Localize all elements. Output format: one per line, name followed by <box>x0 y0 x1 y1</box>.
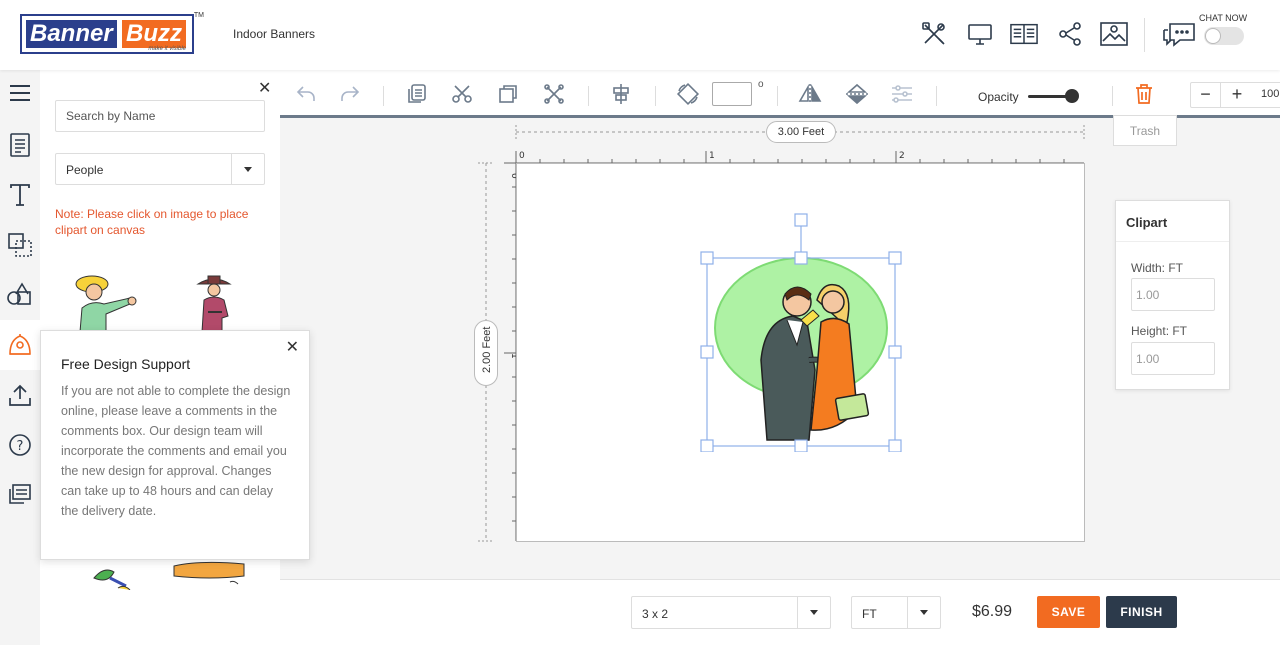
logo-text-banner: Banner <box>26 20 117 48</box>
rotate-icon[interactable] <box>676 82 700 106</box>
toolbar-divider <box>1112 86 1113 106</box>
editor-toolbar: o Opacity − + 100 <box>280 70 1280 118</box>
zoom-out-button[interactable]: − <box>1191 83 1221 107</box>
save-button[interactable]: SAVE <box>1037 596 1100 628</box>
chevron-down-icon[interactable] <box>907 597 940 628</box>
height-input[interactable] <box>1131 342 1215 375</box>
degree-symbol: o <box>758 79 764 90</box>
support-body: If you are not able to complete the desi… <box>61 384 291 518</box>
upload-icon[interactable] <box>6 381 34 409</box>
toolbar-divider <box>777 86 778 106</box>
clipart-couple-selected[interactable] <box>697 210 905 452</box>
chat-icon[interactable] <box>1162 20 1196 48</box>
clipart-properties-panel: Clipart Width: FT Height: FT <box>1115 200 1230 390</box>
height-dimension-text: 2.00 Feet <box>481 326 493 373</box>
design-tools-icon[interactable] <box>920 20 948 48</box>
comments-icon[interactable] <box>6 481 34 509</box>
book-guide-icon[interactable] <box>1010 20 1038 48</box>
zoom-in-button[interactable]: + <box>1222 83 1252 107</box>
properties-title: Clipart <box>1116 201 1229 242</box>
zoom-control: − + 100 <box>1190 82 1280 108</box>
flip-vertical-icon[interactable] <box>845 82 869 106</box>
bannerbuzz-logo[interactable]: Banner Buzz make it visible TM <box>20 12 204 54</box>
clipart-icon[interactable] <box>0 320 40 370</box>
search-input[interactable] <box>55 100 265 132</box>
rotation-angle-input[interactable] <box>712 82 752 106</box>
trash-tooltip: Trash <box>1113 115 1177 146</box>
adjust-sliders-icon[interactable] <box>890 82 914 106</box>
category-select[interactable]: People <box>55 153 265 185</box>
ruler-label-2: 2 <box>899 151 905 161</box>
header-divider <box>1144 18 1145 52</box>
align-center-icon[interactable] <box>609 82 633 106</box>
canvas-height-dimension: 2.00 Feet <box>474 320 498 386</box>
zoom-value: 100 <box>1261 88 1280 100</box>
height-label: Height: FT <box>1131 324 1188 338</box>
clipart-thumb-plant[interactable] <box>90 558 140 590</box>
left-icon-bar: ? <box>0 70 40 645</box>
chevron-down-icon[interactable] <box>231 154 264 184</box>
shapes-icon[interactable] <box>6 281 34 309</box>
opacity-slider-handle[interactable] <box>1065 89 1079 103</box>
canvas-width-dimension: 3.00 Feet <box>766 121 836 143</box>
design-canvas[interactable] <box>516 163 1085 542</box>
size-value: 3 x 2 <box>642 607 669 621</box>
free-design-support-popup: ✕ Free Design Support If you are not abl… <box>40 330 310 560</box>
close-icon[interactable]: ✕ <box>258 78 271 98</box>
share-icon[interactable] <box>1056 20 1084 48</box>
category-value: People <box>66 163 104 177</box>
chat-now-toggle[interactable] <box>1204 27 1244 45</box>
unit-value: FT <box>862 607 877 621</box>
templates-icon[interactable] <box>6 131 34 159</box>
clipart-thumb-hand[interactable] <box>170 558 250 590</box>
undo-icon[interactable] <box>294 82 318 106</box>
delete-x-icon[interactable] <box>542 82 566 106</box>
chevron-down-icon[interactable] <box>797 597 830 628</box>
toolbar-divider <box>655 86 656 106</box>
help-icon[interactable]: ? <box>6 431 34 459</box>
background-icon[interactable] <box>6 231 34 259</box>
product-name: Indoor Banners <box>233 27 316 41</box>
image-icon[interactable] <box>1100 20 1128 48</box>
trash-icon[interactable] <box>1132 82 1156 106</box>
ruler-label-1: 1 <box>709 151 715 161</box>
toggle-knob <box>1205 28 1221 44</box>
unit-select[interactable]: FT <box>851 596 941 629</box>
toolbar-divider <box>588 86 589 106</box>
menu-icon[interactable] <box>6 79 34 107</box>
size-select[interactable]: 3 x 2 <box>631 596 831 629</box>
chat-now-label: CHAT NOW <box>1199 13 1248 23</box>
ruler-label-0: 0 <box>519 151 525 161</box>
price-display: $6.99 <box>972 603 1013 620</box>
copy-icon[interactable] <box>405 82 429 106</box>
redo-icon[interactable] <box>338 82 362 106</box>
close-icon[interactable]: ✕ <box>286 337 299 357</box>
logo-trademark: TM <box>193 12 204 19</box>
svg-text:?: ? <box>17 439 24 454</box>
opacity-label: Opacity <box>978 90 1019 104</box>
width-label: Width: FT <box>1131 261 1184 275</box>
toolbar-divider <box>383 86 384 106</box>
finish-button[interactable]: FINISH <box>1106 596 1177 628</box>
logo-text-buzz: Buzz <box>122 20 186 48</box>
clipart-thumb-man-pointing[interactable] <box>72 270 138 332</box>
placement-note: Note: Please click on image to place cli… <box>55 207 249 237</box>
text-icon[interactable] <box>6 181 34 209</box>
logo-tagline: make it visible <box>148 46 186 52</box>
bottom-bar: 3 x 2 FT $6.99 SAVE FINISH <box>280 579 1280 645</box>
flip-horizontal-icon[interactable] <box>798 82 822 106</box>
top-header: Banner Buzz make it visible TM Indoor Ba… <box>0 0 1280 70</box>
duplicate-icon[interactable] <box>496 82 520 106</box>
toolbar-divider <box>936 86 937 106</box>
cut-icon[interactable] <box>450 82 474 106</box>
width-input[interactable] <box>1131 278 1215 311</box>
clipart-thumb-cowboy[interactable] <box>194 272 234 332</box>
top-ruler-ticks <box>515 151 1065 163</box>
left-ruler-ticks <box>504 162 516 522</box>
support-title: Free Design Support <box>61 356 191 372</box>
desktop-preview-icon[interactable] <box>966 20 994 48</box>
